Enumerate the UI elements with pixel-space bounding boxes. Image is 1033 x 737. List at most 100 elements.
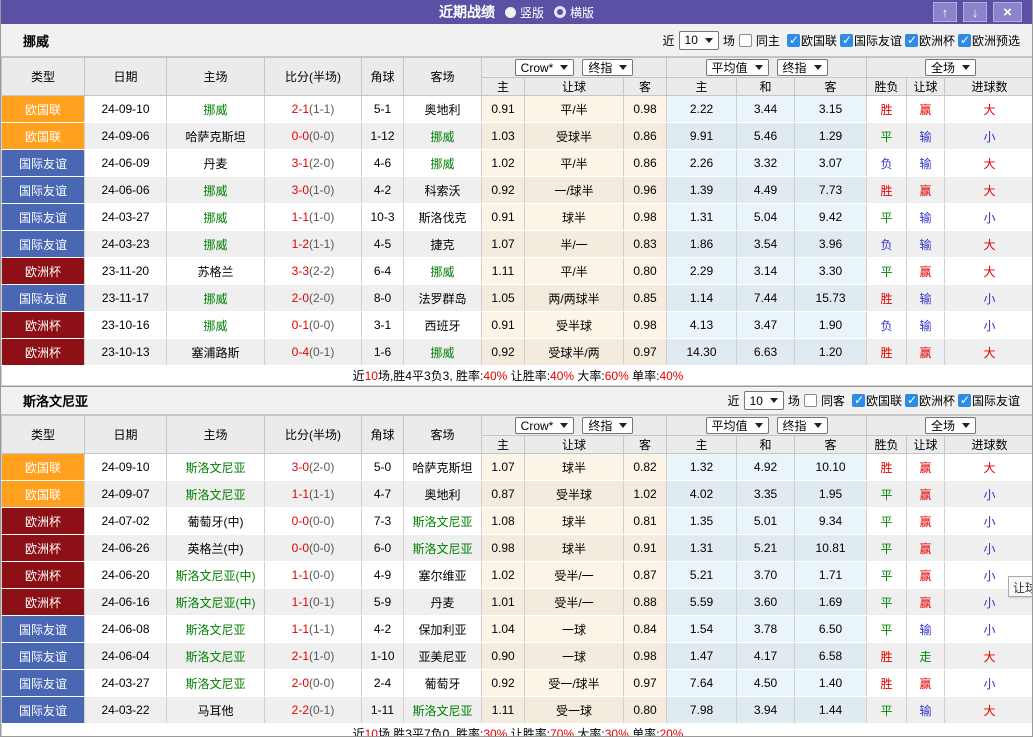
filters: 近 10 场 同客 欧国联 欧洲杯 国际友谊 [728, 391, 1020, 410]
result-goals: 大 [944, 642, 1032, 670]
col-type: 类型 [1, 57, 85, 96]
home-team: 挪威 [166, 311, 265, 339]
league-filter-label: 欧洲预选 [971, 33, 1020, 48]
score-cell: 0-0(0-0) [264, 507, 362, 535]
average-source-select[interactable]: 平均值 [705, 59, 769, 76]
odds-stage-select[interactable]: 终指 [582, 59, 634, 76]
team-section-norway: 挪威 近 10 场 同主 欧国联国际友谊欧洲杯欧洲预选 类型 日期 主场 比分(… [1, 24, 1032, 386]
filter-bar: 挪威 近 10 场 同主 欧国联 国际友谊 欧洲杯 欧洲预选 [1, 24, 1032, 57]
score-cell: 1-1(0-0) [264, 561, 362, 589]
checkbox-checked-icon[interactable] [904, 393, 918, 407]
league-badge: 国际友谊 [1, 176, 85, 204]
same-venue-label: 同客 [820, 394, 845, 408]
chevron-down-icon [813, 65, 822, 70]
scope-select[interactable]: 全场 [925, 59, 977, 76]
league-filter-label: 欧国联 [800, 33, 837, 48]
league-filter-欧洲杯[interactable]: 欧洲杯 [904, 392, 955, 409]
score-cell: 1-1(1-1) [264, 615, 362, 643]
average-stage-select[interactable]: 终指 [776, 59, 828, 76]
layout-radio-vertical[interactable]: 竖版 [504, 4, 544, 21]
result-goals: 小 [944, 203, 1032, 231]
move-down-button[interactable]: ↓ [963, 2, 987, 22]
league-filter-欧国联[interactable]: 欧国联 [851, 392, 902, 409]
arrow-up-icon: ↑ [941, 4, 949, 20]
same-venue-checkbox[interactable] [803, 394, 817, 407]
team-name: 挪威 [23, 33, 50, 49]
same-venue-checkbox[interactable] [738, 33, 752, 47]
handicap-line: 受球半/两 [524, 338, 624, 366]
checkbox-checked-icon[interactable] [851, 393, 865, 407]
home-team: 斯洛文尼亚(中) [166, 561, 265, 589]
league-filter-国际友谊[interactable]: 国际友谊 [957, 392, 1020, 409]
arrow-down-icon: ↓ [971, 4, 979, 20]
avg-home-odds: 2.29 [666, 257, 738, 285]
half-score: (1-1) [309, 622, 335, 636]
result-outcome: 平 [866, 561, 908, 589]
league-filter-label: 国际友谊 [853, 33, 902, 48]
checkbox-checked-icon[interactable] [839, 33, 853, 47]
checkbox-checked-icon[interactable] [786, 33, 800, 47]
match-date: 23-11-20 [84, 257, 167, 285]
average-source-select[interactable]: 平均值 [705, 417, 769, 434]
avg-draw-odds: 5.01 [736, 507, 796, 535]
result-handicap: 输 [906, 284, 946, 312]
avg-draw-odds: 3.14 [736, 257, 796, 285]
matches-tbody: 欧国联 24-09-10 斯洛文尼亚 3-0(2-0) 5-0 哈萨克斯坦 1.07 球半 0.… [1, 453, 1032, 724]
score-cell: 1-2(1-1) [264, 230, 362, 258]
move-up-button[interactable]: ↑ [933, 2, 957, 22]
avg-home-odds: 1.31 [666, 534, 738, 562]
corner-score: 7-3 [361, 507, 404, 535]
full-score: 1-1 [291, 487, 309, 501]
scope-select[interactable]: 全场 [925, 417, 977, 434]
home-team: 挪威 [166, 284, 265, 312]
score-cell: 1-1(0-1) [264, 588, 362, 616]
result-handicap: 赢 [906, 561, 946, 589]
score-cell: 0-0(0-0) [264, 122, 362, 150]
result-outcome: 平 [866, 588, 908, 616]
handicap-home-odds: 1.11 [481, 257, 525, 285]
league-filter-label: 欧国联 [865, 394, 902, 408]
odds-stage-select[interactable]: 终指 [582, 417, 634, 434]
result-goals: 小 [944, 480, 1032, 508]
near-count-select[interactable]: 10 [743, 391, 784, 410]
score-cell: 3-0(1-0) [264, 176, 362, 204]
away-team: 斯洛文尼亚 [403, 507, 482, 535]
odds-company-select[interactable]: Crow* [514, 417, 575, 434]
summary-segment: 让胜率: [507, 727, 551, 737]
full-score: 3-0 [291, 460, 309, 474]
match-date: 24-07-02 [84, 507, 167, 535]
result-outcome: 胜 [866, 642, 908, 670]
checkbox-checked-icon[interactable] [957, 33, 971, 47]
close-button[interactable]: × [993, 2, 1022, 22]
near-count-select[interactable]: 10 [678, 30, 719, 50]
col-avg-draw: 和 [736, 435, 796, 454]
handicap-home-odds: 1.07 [481, 453, 525, 481]
half-score: (1-0) [309, 183, 335, 197]
layout-radio-horizontal[interactable]: 横版 [554, 4, 594, 21]
result-handicap: 赢 [906, 95, 946, 123]
match-row: 欧洲杯 24-07-02 葡萄牙(中) 0-0(0-0) 7-3 斯洛文尼亚 1.08 球半 0… [1, 507, 1032, 535]
league-filter-国际友谊[interactable]: 国际友谊 [839, 32, 902, 49]
result-outcome: 平 [866, 122, 908, 150]
panel-title: 近期战绩 [438, 4, 495, 20]
avg-home-odds: 1.86 [666, 230, 738, 258]
result-handicap: 输 [906, 230, 946, 258]
checkbox-checked-icon[interactable] [957, 393, 971, 407]
average-stage-select[interactable]: 终指 [776, 417, 828, 434]
full-score: 0-4 [291, 345, 309, 359]
checkbox-checked-icon[interactable] [904, 33, 918, 47]
league-filter-欧洲杯[interactable]: 欧洲杯 [904, 32, 955, 49]
chevron-down-icon [704, 37, 713, 43]
avg-home-odds: 7.98 [666, 696, 738, 724]
league-filter-欧洲预选[interactable]: 欧洲预选 [957, 32, 1020, 49]
odds-company-select[interactable]: Crow* [514, 59, 575, 76]
league-badge: 欧洲杯 [1, 507, 85, 535]
avg-draw-odds: 3.47 [736, 311, 796, 339]
avg-away-odds: 7.73 [794, 176, 868, 204]
half-score: (0-0) [309, 129, 335, 143]
chevron-down-icon [754, 65, 763, 70]
league-filter-欧国联[interactable]: 欧国联 [786, 32, 837, 49]
match-date: 23-10-13 [84, 338, 167, 366]
col-result-handicap: 让球 [906, 435, 946, 454]
summary-segment: 10 [364, 369, 378, 383]
